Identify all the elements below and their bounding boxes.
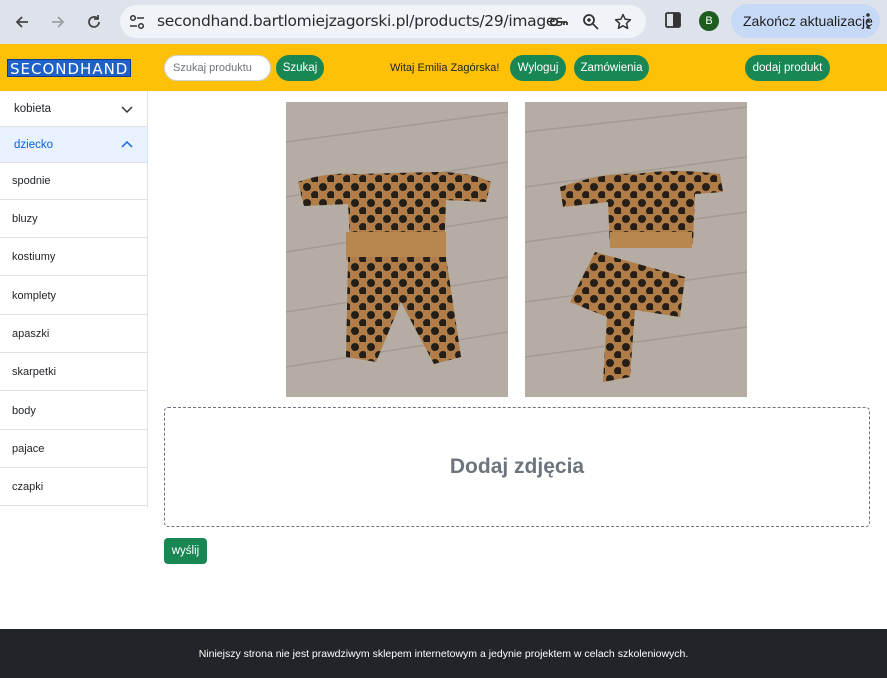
subcategory-czapki[interactable]: czapki xyxy=(0,468,147,506)
subcategory-spodnie[interactable]: spodnie xyxy=(0,162,147,200)
subcategory-komplety[interactable]: komplety xyxy=(0,277,147,315)
bookmark-star-icon[interactable] xyxy=(614,13,632,31)
category-label: dziecko xyxy=(14,138,53,151)
profile-avatar[interactable]: B xyxy=(699,11,719,31)
brand-logo[interactable]: SECONDHAND xyxy=(7,59,132,78)
footer-text: Niniejszy strona nie jest prawdziwym skl… xyxy=(198,647,689,660)
forward-icon[interactable] xyxy=(46,10,70,34)
submit-button[interactable]: wyślij xyxy=(164,538,207,564)
side-panel-icon[interactable] xyxy=(665,11,681,34)
orders-button[interactable]: Zamówienia xyxy=(574,55,649,81)
subcategory-bluzy[interactable]: bluzy xyxy=(0,200,147,238)
menu-kebab-icon[interactable] xyxy=(866,13,870,32)
category-dziecko[interactable]: dziecko xyxy=(0,127,147,163)
category-label: kobieta xyxy=(14,102,52,115)
subcategory-kostiumy[interactable]: kostiumy xyxy=(0,238,147,276)
search-button[interactable]: Szukaj xyxy=(276,55,324,81)
chevron-down-icon xyxy=(121,103,133,118)
update-label: Zakończ aktualizację xyxy=(743,13,873,29)
product-photo[interactable] xyxy=(525,102,747,397)
image-dropzone[interactable]: Dodaj zdjęcia xyxy=(164,407,870,527)
welcome-text: Witaj Emilia Zagórska! xyxy=(390,62,500,74)
category-kobieta[interactable]: kobieta xyxy=(0,91,147,127)
subcategory-apaszki[interactable]: apaszki xyxy=(0,315,147,353)
chevron-up-icon xyxy=(121,139,133,154)
subcategory-pajace[interactable]: pajace xyxy=(0,430,147,468)
subcategory-body[interactable]: body xyxy=(0,392,147,430)
address-bar[interactable]: secondhand.bartlomiejzagorski.pl/product… xyxy=(120,5,646,38)
reload-icon[interactable] xyxy=(82,10,106,34)
subcategory-skarpetki[interactable]: skarpetki xyxy=(0,353,147,391)
zoom-icon[interactable] xyxy=(582,13,600,31)
search-input[interactable] xyxy=(164,55,271,81)
back-icon[interactable] xyxy=(10,10,34,34)
category-sidebar: kobieta dziecko spodnie bluzy kostiumy k… xyxy=(0,91,148,508)
key-icon[interactable] xyxy=(549,13,568,31)
product-photo[interactable] xyxy=(286,102,508,397)
url-text[interactable]: secondhand.bartlomiejzagorski.pl/product… xyxy=(157,12,563,30)
site-footer: Niniejszy strona nie jest prawdziwym skl… xyxy=(0,629,887,678)
add-product-button[interactable]: dodaj produkt xyxy=(745,55,830,81)
logout-button[interactable]: Wyloguj xyxy=(510,55,566,81)
site-settings-icon[interactable] xyxy=(128,13,146,36)
update-button[interactable]: Zakończ aktualizację xyxy=(731,4,880,38)
browser-toolbar: secondhand.bartlomiejzagorski.pl/product… xyxy=(0,0,887,44)
site-navbar: SECONDHAND Szukaj Witaj Emilia Zagórska!… xyxy=(0,44,887,91)
